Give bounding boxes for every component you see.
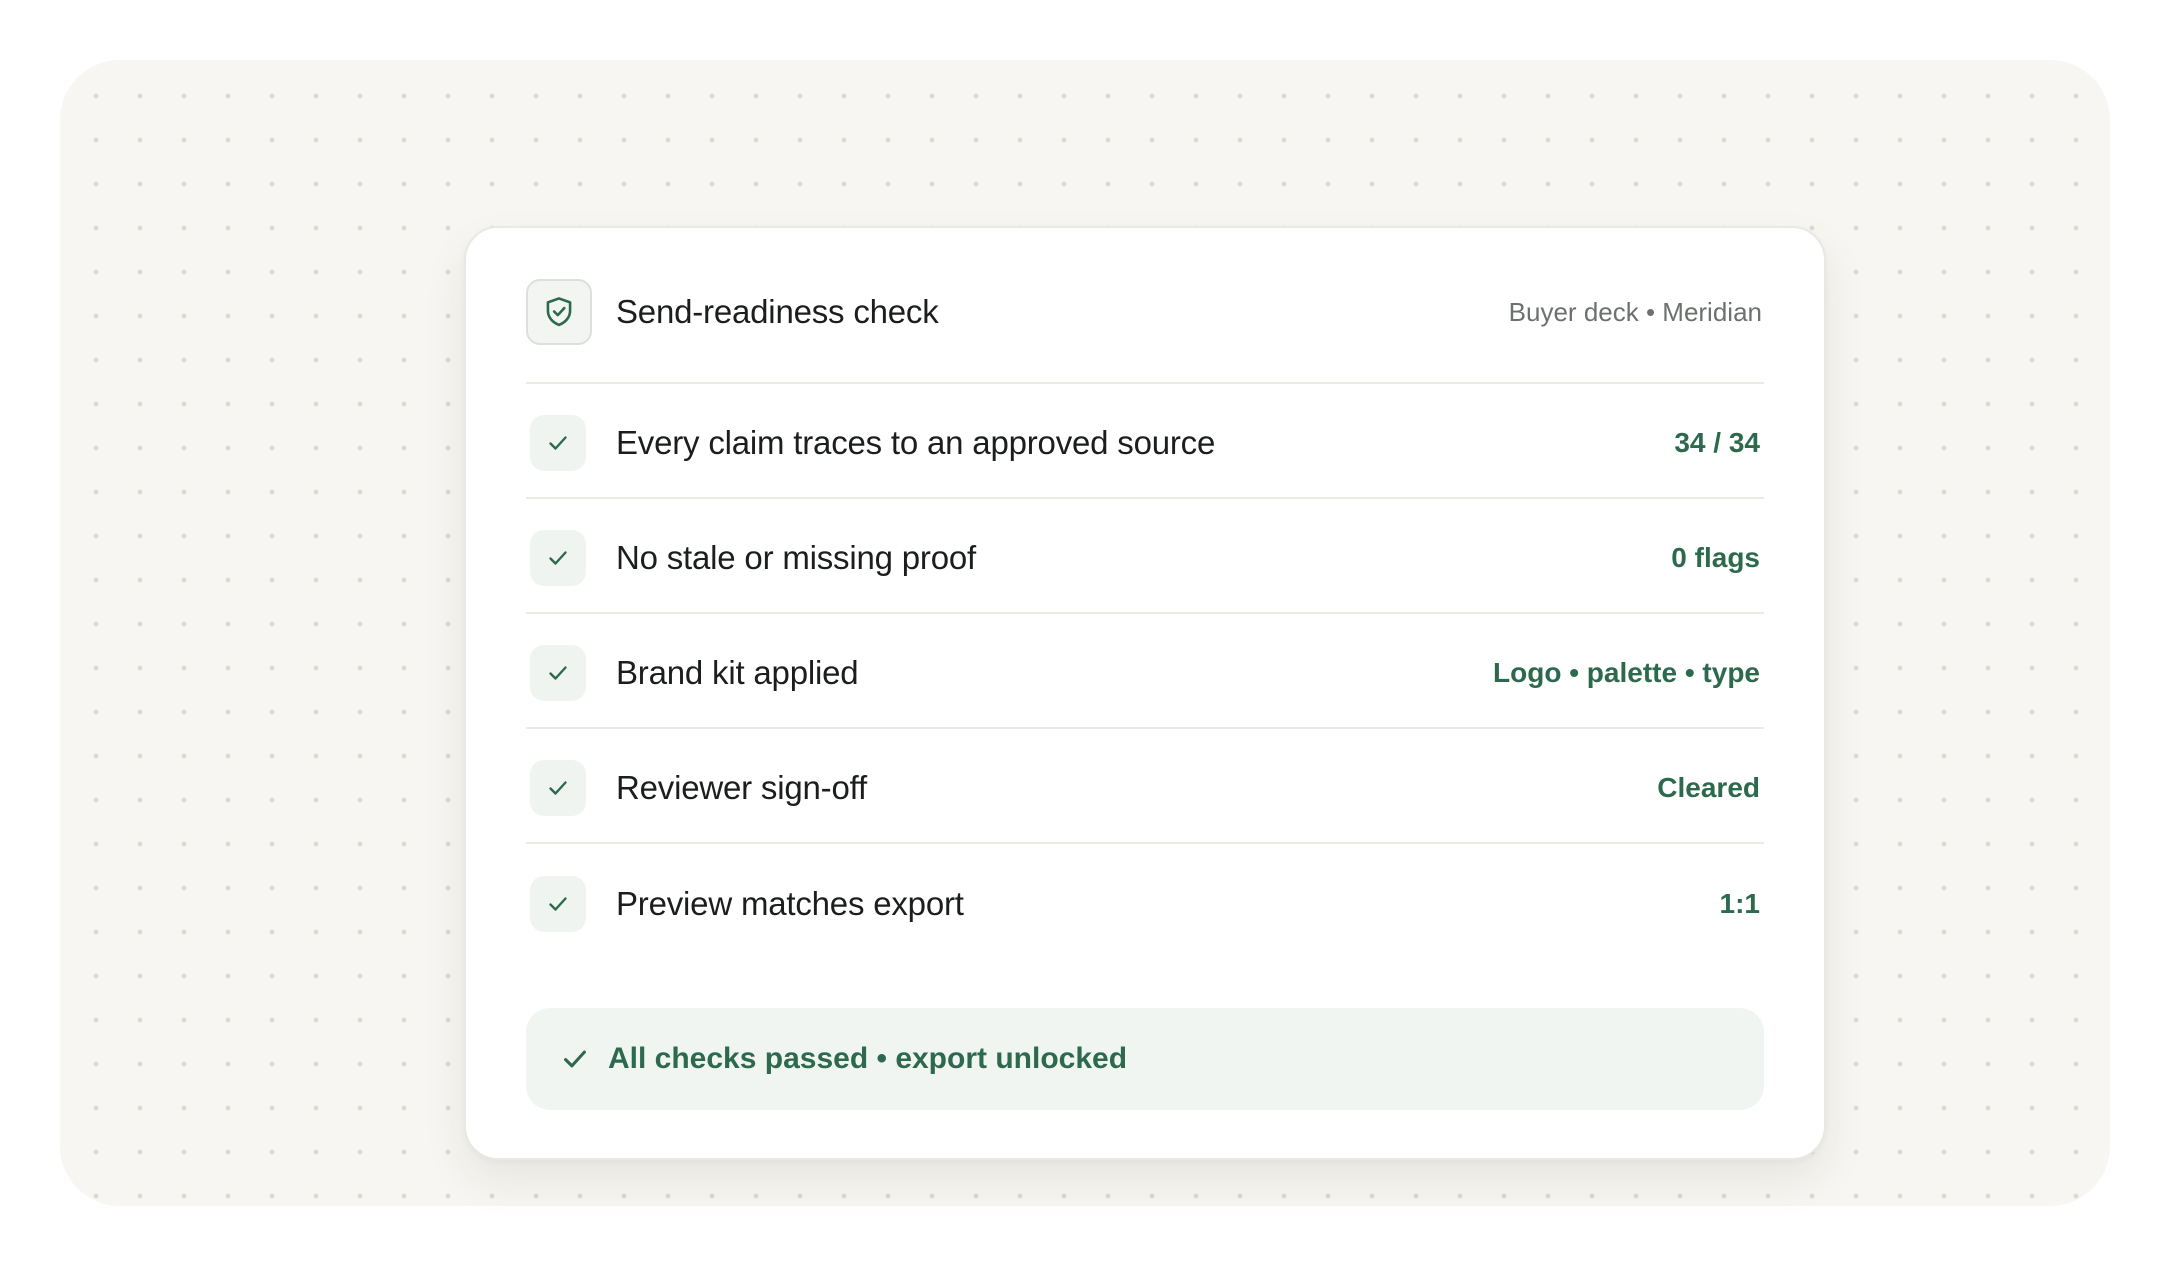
card-header: Send-readiness check Buyer deck • Meridi…: [526, 228, 1764, 384]
check-icon: [530, 529, 586, 586]
checklist: Every claim traces to an approved source…: [526, 384, 1764, 959]
check-label: No stale or missing proof: [616, 538, 976, 576]
check-row-proof: No stale or missing proof 0 flags: [526, 499, 1764, 614]
check-label: Preview matches export: [616, 884, 964, 922]
page-title: Send-readiness check: [616, 293, 939, 330]
check-row-claims: Every claim traces to an approved source…: [526, 384, 1764, 499]
summary-banner: All checks passed • export unlocked: [526, 1008, 1764, 1110]
check-row-reviewer: Reviewer sign-off Cleared: [526, 729, 1764, 844]
check-value: Cleared: [1657, 771, 1760, 803]
check-label: Every claim traces to an approved source: [616, 423, 1216, 461]
deck-meta: Buyer deck • Meridian: [1508, 296, 1762, 327]
check-icon: [560, 1044, 590, 1074]
check-value: Logo • palette • type: [1493, 656, 1760, 688]
check-icon: [530, 414, 586, 471]
check-icon: [530, 644, 586, 701]
check-value: 1:1: [1719, 887, 1760, 919]
check-label: Brand kit applied: [616, 653, 859, 691]
check-row-brand-kit: Brand kit applied Logo • palette • type: [526, 614, 1764, 729]
check-value: 0 flags: [1671, 541, 1760, 573]
dotted-background: Send-readiness check Buyer deck • Meridi…: [60, 60, 2110, 1206]
summary-text: All checks passed • export unlocked: [608, 1042, 1128, 1075]
check-icon: [530, 875, 586, 932]
shield-check-icon: [526, 279, 592, 345]
check-row-preview: Preview matches export 1:1: [526, 844, 1764, 959]
check-label: Reviewer sign-off: [616, 768, 867, 806]
check-icon: [530, 759, 586, 816]
check-value: 34 / 34: [1674, 426, 1760, 458]
readiness-card: Send-readiness check Buyer deck • Meridi…: [464, 226, 1826, 1160]
